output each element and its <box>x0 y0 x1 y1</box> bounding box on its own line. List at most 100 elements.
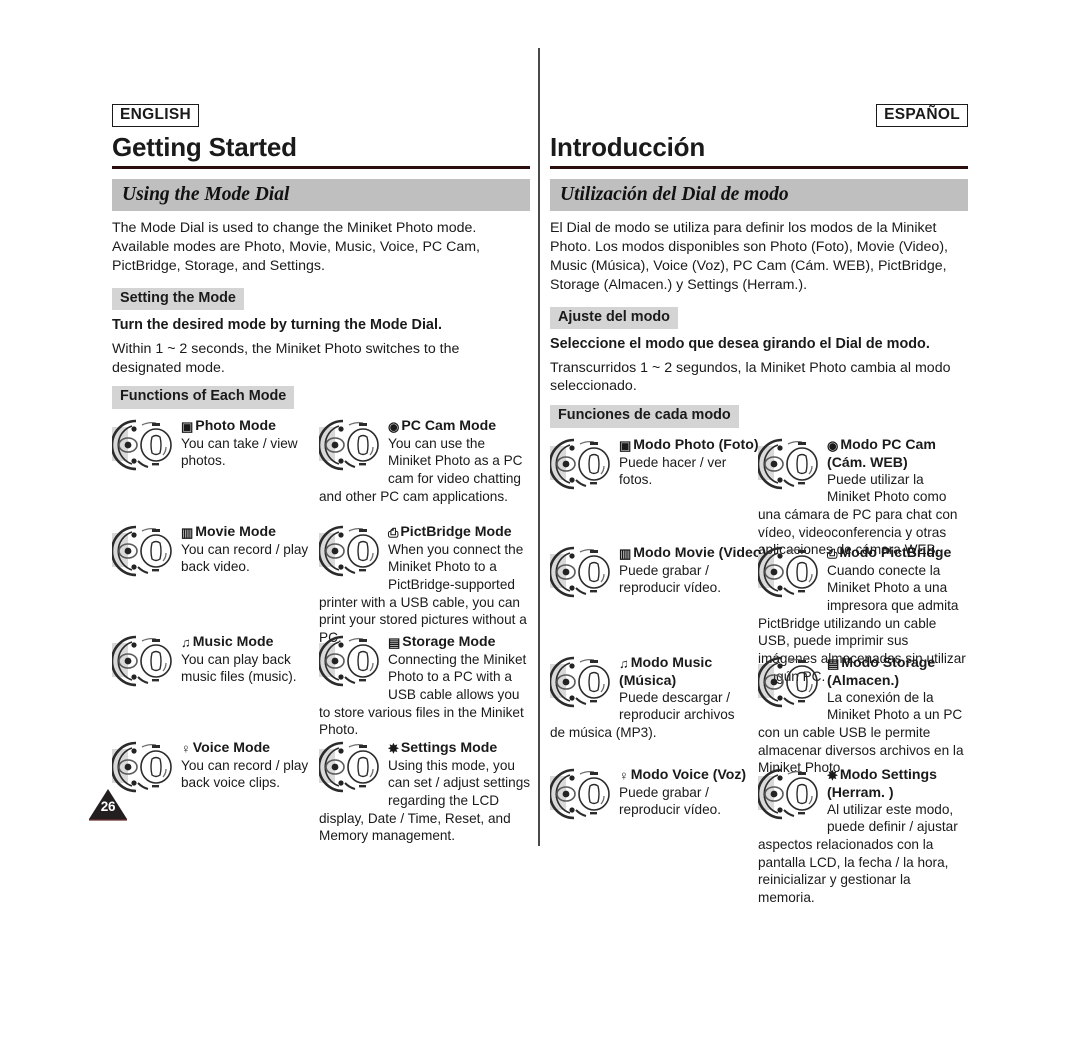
mode-entry-modo-settings: ✸ Modo Settings (Herram. ) Al utilizar este… <box>758 765 970 907</box>
movie-camera-icon: ▥ <box>181 524 194 540</box>
mode-heading-label: Modo Storage <box>841 653 936 670</box>
spanish-lang-row: ESPAÑOL <box>550 104 968 127</box>
mode-heading-label: Music Mode <box>192 632 274 649</box>
mode-heading-label: Photo Mode <box>195 416 276 433</box>
mode-entry-body: ▥ Movie Mode You can record / play back vi… <box>112 522 312 580</box>
section-banner-spanish: Utilización del Dial de modo <box>550 179 968 212</box>
mode-dial-icon <box>758 654 822 710</box>
chip-functions-spanish: Funciones de cada modo <box>550 405 739 428</box>
music-note-icon: ♫ <box>619 655 629 671</box>
mode-entry-body: ♫ Music Mode You can play back music files… <box>112 632 312 690</box>
mode-entry-body: ♫ Modo Music (Música) Puede descargar / rep… <box>550 653 750 742</box>
mode-entry-body: ♀ Voice Mode You can record / play back vo… <box>112 738 312 796</box>
gear-icon: ✸ <box>827 767 838 783</box>
mode-entry-movie-mode: ▥ Movie Mode You can record / play back vi… <box>112 522 312 580</box>
mode-dial-icon <box>758 766 822 822</box>
mode-heading-label: Settings Mode <box>400 738 498 755</box>
section-banner-english: Using the Mode Dial <box>112 179 530 212</box>
mode-entry-body: ✸ Settings Mode Using this mode, you can s… <box>319 738 531 845</box>
webcam-icon: ◉ <box>388 418 400 434</box>
mode-entry-settings-mode: ✸ Settings Mode Using this mode, you can s… <box>319 738 531 845</box>
mode-entry-modo-photo-foto: ▣ Modo Photo (Foto) Puede hacer / ver foto… <box>550 435 759 493</box>
chip-setting-mode-spanish: Ajuste del modo <box>550 306 678 329</box>
gear-icon: ✸ <box>388 740 399 756</box>
mode-heading-label: Modo Movie (Video) <box>633 543 767 560</box>
mode-entry-modo-voice-voz: ♀ Modo Voice (Voz) Puede grabar / reproduc… <box>550 765 750 823</box>
mode-dial-icon <box>112 417 176 473</box>
page-title-english: Getting Started <box>112 132 297 162</box>
chip-setting-mode-english: Setting the Mode <box>112 287 244 311</box>
spanish-column: ESPAÑOL Introducción Utilización del Dia… <box>550 104 970 905</box>
microphone-icon: ♀ <box>181 740 191 756</box>
mode-heading-label: Modo Music <box>630 653 713 670</box>
language-tag-english: ENGLISH <box>112 104 199 127</box>
music-note-icon: ♫ <box>181 634 191 650</box>
mode-heading-label: Voice Mode <box>192 738 271 755</box>
mode-entry-modo-pc-cam: ◉ Modo PC Cam (Cám. WEB) Puede utilizar la … <box>758 435 970 559</box>
intro-text-spanish: El Dial de modo se utiliza para definir … <box>550 220 948 293</box>
chip-functions-english: Functions of Each Mode <box>112 386 295 409</box>
mode-entry-photo-mode: ▣ Photo Mode You can take / view photos. <box>112 416 312 474</box>
intro-text-english: The Mode Dial is used to change the Mini… <box>112 220 480 274</box>
storage-icon: ▤ <box>827 655 840 671</box>
setting-text-spanish: Transcurridos 1 ~ 2 segundos, la Miniket… <box>550 359 951 395</box>
setting-bold-spanish: Seleccione el modo que desea girando el … <box>550 335 930 352</box>
mode-heading-label: Modo Photo (Foto) <box>633 435 759 452</box>
mode-entry-music-mode: ♫ Music Mode You can play back music files… <box>112 632 312 690</box>
setting-text-english: Within 1 ~ 2 seconds, the Miniket Photo … <box>112 340 460 376</box>
mode-entry-body: ◉ Modo PC Cam (Cám. WEB) Puede utilizar la … <box>758 435 970 559</box>
camera-icon: ▣ <box>619 437 632 453</box>
mode-heading-label: Storage Mode <box>402 632 496 649</box>
mode-entry-body: ▣ Photo Mode You can take / view photos. <box>112 416 312 474</box>
mode-dial-icon <box>550 436 614 492</box>
mode-dial-icon <box>319 523 383 579</box>
mode-entry-modo-movie-video: ▥ Modo Movie (Video) Puede grabar / reprod… <box>550 543 766 601</box>
mode-entry-storage-mode: ▤ Storage Mode Connecting the Miniket Phot… <box>319 632 531 739</box>
mode-list-spanish: ▣ Modo Photo (Foto) Puede hacer / ver foto… <box>550 435 970 905</box>
english-column: ENGLISH Getting Started Using the Mode D… <box>112 104 530 856</box>
mode-entry-body: ▥ Modo Movie (Video) Puede grabar / reprod… <box>550 543 766 601</box>
mode-entry-body: ♀ Modo Voice (Voz) Puede grabar / reproduc… <box>550 765 750 823</box>
mode-entry-modo-storage: ▤ Modo Storage (Almacen.) La conexión de la… <box>758 653 970 777</box>
mode-entry-body: ▤ Storage Mode Connecting the Miniket Phot… <box>319 632 531 739</box>
mode-dial-icon <box>319 739 383 795</box>
title-rule-spanish <box>550 166 968 170</box>
mode-dial-icon <box>758 544 822 600</box>
mode-heading-label: Modo PictBridge <box>839 543 952 560</box>
mode-dial-icon <box>550 544 614 600</box>
page-number-badge: 26 <box>88 788 128 822</box>
mode-dial-icon <box>550 766 614 822</box>
mode-dial-icon <box>758 436 822 492</box>
mode-entry-body: ⎙ PictBridge Mode When you connect the Min… <box>319 522 531 647</box>
mode-entry-body: ▤ Modo Storage (Almacen.) La conexión de la… <box>758 653 970 777</box>
movie-camera-icon: ▥ <box>619 545 632 561</box>
mode-heading-label: PC Cam Mode <box>401 416 497 433</box>
mode-entry-body: ✸ Modo Settings (Herram. ) Al utilizar este… <box>758 765 970 907</box>
mode-dial-icon <box>112 523 176 579</box>
english-lang-row: ENGLISH <box>112 104 530 127</box>
mode-heading-label: Modo Settings <box>839 765 937 782</box>
mode-dial-icon <box>319 417 383 473</box>
mode-entry-body: ▣ Modo Photo (Foto) Puede hacer / ver foto… <box>550 435 759 493</box>
mode-entry-modo-music: ♫ Modo Music (Música) Puede descargar / rep… <box>550 653 750 742</box>
mode-entry-voice-mode: ♀ Voice Mode You can record / play back vo… <box>112 738 312 796</box>
mode-dial-icon <box>319 633 383 689</box>
mode-dial-icon <box>550 654 614 710</box>
mode-dial-icon <box>112 633 176 689</box>
microphone-icon: ♀ <box>619 767 629 783</box>
mode-entry-pictbridge-mode: ⎙ PictBridge Mode When you connect the Min… <box>319 522 531 647</box>
camera-icon: ▣ <box>181 418 194 434</box>
page-title-spanish: Introducción <box>550 132 706 162</box>
mode-heading-label: PictBridge Mode <box>400 522 512 539</box>
title-rule-english <box>112 166 530 170</box>
storage-icon: ▤ <box>388 634 401 650</box>
mode-heading-label: Modo PC Cam <box>840 435 936 452</box>
mode-list-english: ▣ Photo Mode You can take / view photos. ◉… <box>112 416 530 856</box>
printer-icon: ⎙ <box>388 524 399 540</box>
webcam-icon: ◉ <box>827 437 839 453</box>
setting-bold-english: Turn the desired mode by turning the Mod… <box>112 317 442 334</box>
page-number: 26 <box>100 799 116 814</box>
mode-entry-pc-cam-mode: ◉ PC Cam Mode You can use the Miniket Phot… <box>319 416 531 506</box>
mode-dial-icon <box>112 739 176 795</box>
mode-entry-body: ◉ PC Cam Mode You can use the Miniket Phot… <box>319 416 531 506</box>
